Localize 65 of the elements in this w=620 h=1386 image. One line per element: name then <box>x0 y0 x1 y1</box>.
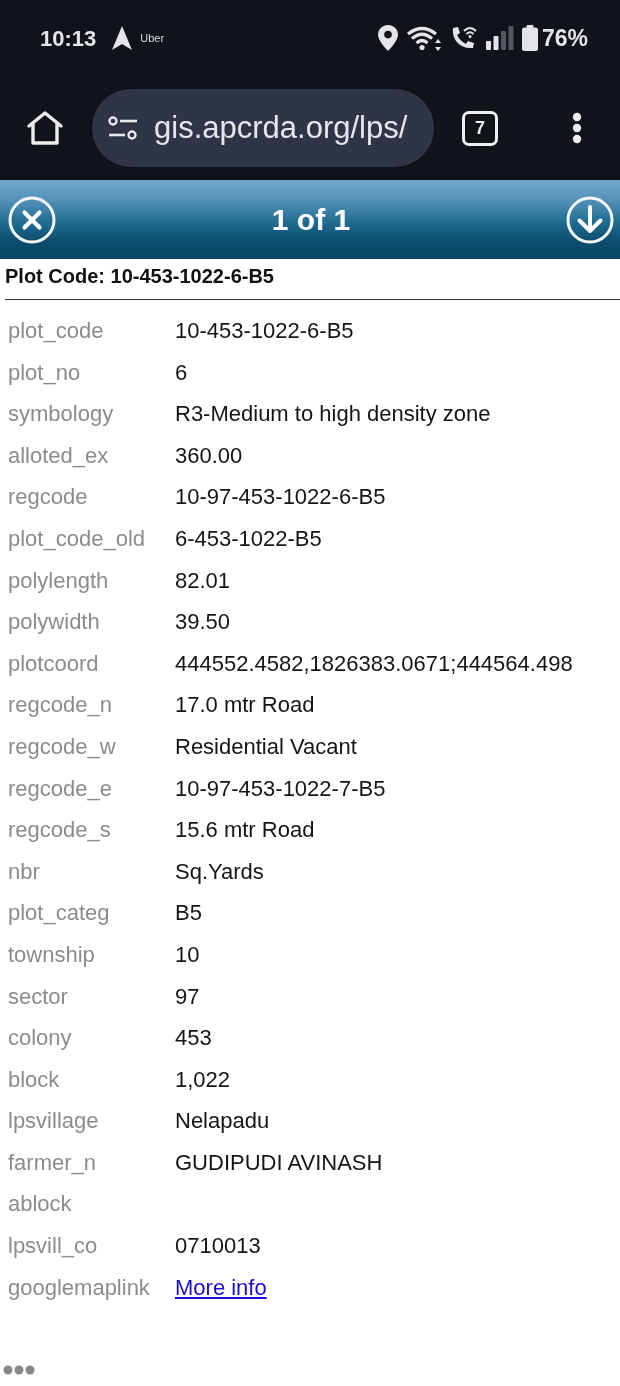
field-value: 453 <box>175 1024 212 1053</box>
field-label: googlemaplink <box>7 1273 151 1302</box>
field-value: 10 <box>175 940 200 969</box>
field-value: Nelapadu <box>175 1107 270 1136</box>
field-label: lpsvillage <box>7 1107 100 1136</box>
battery-icon <box>521 25 538 51</box>
signal-icon <box>485 26 514 50</box>
field-label: regcode_s <box>7 816 112 845</box>
notification-label: Uber <box>140 30 165 46</box>
field-value: 1,022 <box>175 1065 231 1094</box>
url-text: gis.apcrda.org/lps/ <box>154 108 408 147</box>
field-label: symbology <box>7 400 115 429</box>
status-time: 10:13 <box>40 24 97 53</box>
field-value: 360.00 <box>175 441 243 470</box>
field-label: plot_code_old <box>7 524 146 553</box>
field-label: regcode <box>7 483 89 512</box>
field-value: 17.0 mtr Road <box>175 691 315 720</box>
field-value: Residential Vacant <box>175 732 357 761</box>
field-value: 0710013 <box>175 1232 261 1261</box>
site-settings-icon[interactable] <box>108 116 138 140</box>
wifi-icon <box>405 25 442 51</box>
plot-code-heading: Plot Code: 10-453-1022-6-B5 <box>4 264 275 289</box>
field-label: polylength <box>7 566 110 595</box>
field-value: 15.6 mtr Road <box>175 816 315 845</box>
field-value: 82.01 <box>175 566 231 595</box>
field-value: 444552.4582,1826383.0671;444564.498 <box>175 649 573 678</box>
field-value: 39.50 <box>175 608 231 637</box>
menu-icon[interactable] <box>572 112 582 144</box>
home-icon[interactable] <box>26 110 64 146</box>
field-value: 10-453-1022-6-B5 <box>175 317 354 345</box>
ellipsis-icon[interactable] <box>3 1365 35 1376</box>
field-label: farmer_n <box>7 1148 98 1177</box>
field-label: regcode_w <box>7 732 117 761</box>
field-value: 10-97-453-1022-6-B5 <box>175 483 386 512</box>
navigation-arrow-icon <box>112 26 133 50</box>
field-label: polywidth <box>7 608 101 637</box>
field-label: plot_no <box>7 358 82 387</box>
tab-count-button[interactable]: 7 <box>462 110 498 146</box>
field-label: lpsvill_co <box>7 1232 99 1261</box>
field-label: ablock <box>7 1190 73 1219</box>
field-value: 6-453-1022-B5 <box>175 524 322 553</box>
field-label: township <box>7 940 96 969</box>
field-value: 97 <box>175 982 200 1011</box>
field-label: nbr <box>7 857 41 886</box>
field-label: alloted_ex <box>7 441 110 470</box>
field-label: colony <box>7 1024 73 1053</box>
field-value: 10-97-453-1022-7-B5 <box>175 774 386 803</box>
popup-title: 1 of 1 <box>271 202 351 238</box>
field-label: regcode_n <box>7 691 113 720</box>
battery-percent: 76% <box>541 23 588 53</box>
field-label: plot_categ <box>7 899 111 928</box>
field-value: Sq.Yards <box>175 857 264 886</box>
field-value: GUDIPUDI AVINASH <box>175 1148 383 1177</box>
field-label: plot_code <box>7 317 105 345</box>
close-icon[interactable] <box>8 195 56 244</box>
more-info-link[interactable]: More info <box>175 1266 267 1309</box>
location-pin-icon <box>377 25 398 51</box>
field-value: R3-Medium to high density zone <box>175 400 491 429</box>
field-label: regcode_e <box>7 774 113 803</box>
field-label: block <box>7 1065 61 1094</box>
address-bar[interactable]: gis.apcrda.org/lps/ <box>92 89 434 167</box>
field-label: sector <box>7 982 69 1011</box>
field-label: plotcoord <box>7 649 100 678</box>
field-value: 6 <box>175 358 188 387</box>
field-value: B5 <box>175 899 202 928</box>
